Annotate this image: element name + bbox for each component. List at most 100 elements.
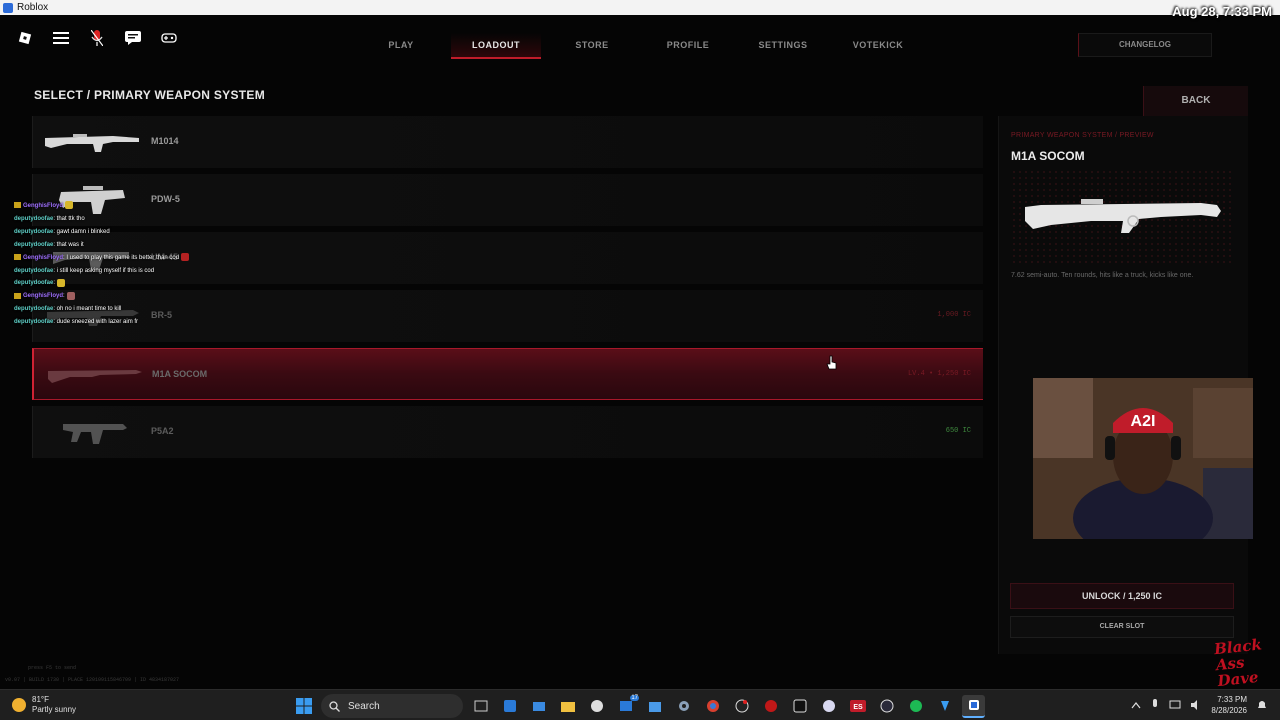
vpn-icon[interactable] — [585, 695, 608, 718]
search-icon — [329, 700, 340, 712]
tab-loadout[interactable]: LOADOUT — [451, 33, 541, 59]
streamer-watermark-logo: Black Ass Dave — [1213, 635, 1263, 691]
chat-message: deputydoofae: that was it — [14, 239, 234, 252]
p5-smg-image — [63, 424, 127, 444]
clear-slot-button[interactable]: CLEAR SLOT — [1010, 616, 1234, 638]
chat-text: : that was it — [53, 241, 84, 248]
edge-icon[interactable] — [527, 695, 550, 718]
chat-text: : that ttk tho — [53, 215, 85, 222]
preview-title: M1A SOCOM — [1011, 149, 1085, 163]
network-icon[interactable] — [1169, 700, 1181, 710]
crown-badge-icon — [14, 202, 21, 209]
chat-message: GenghisFloyd — [14, 200, 234, 213]
microphone-tray-icon[interactable] — [1150, 699, 1160, 711]
tray-time: 7:33 PM — [1217, 695, 1247, 704]
weather-desc: Partly sunny — [32, 705, 77, 714]
unlock-button[interactable]: UNLOCK / 1,250 IC — [1010, 583, 1234, 609]
chat-username: deputydoofae — [14, 215, 54, 222]
chat-username: deputydoofae — [14, 241, 54, 248]
chat-text: : — [63, 293, 65, 300]
shotgun-image — [45, 134, 139, 152]
back-button[interactable]: BACK — [1143, 86, 1248, 116]
tab-votekick[interactable]: VOTEKICK — [833, 33, 923, 59]
chat-username: deputydoofae — [14, 228, 54, 235]
steam-icon[interactable] — [875, 695, 898, 718]
chat-username: GenghisFloyd — [23, 293, 64, 300]
itunes-icon[interactable] — [817, 695, 840, 718]
chat-username: deputydoofae — [14, 267, 54, 274]
tab-settings[interactable]: SETTINGS — [738, 33, 828, 59]
volume-icon[interactable] — [1190, 700, 1202, 710]
search-placeholder: Search — [348, 700, 380, 712]
chat-message: GenghisFloyd: I used to play this game i… — [14, 252, 234, 265]
build-hint: press F5 to send — [28, 665, 77, 671]
battle-rifle-image — [48, 370, 142, 383]
chat-message: deputydoofae: that ttk tho — [14, 213, 234, 226]
file-explorer-icon[interactable] — [556, 695, 579, 718]
obs-icon[interactable] — [730, 695, 753, 718]
emote-icon — [181, 253, 190, 262]
weapon-price: 650 IC — [945, 427, 971, 435]
weapon-row-m1014[interactable]: M1014 — [32, 116, 983, 168]
roblox-taskbar-icon[interactable] — [962, 694, 985, 718]
taskbar-search[interactable]: Search — [321, 694, 463, 718]
window-titlebar: Roblox Aug 28, 7:33 PM — [0, 0, 1280, 19]
m1a-rifle-icon — [1025, 199, 1221, 233]
chat-message: deputydoofae: oh no i meant time to kill — [14, 303, 234, 316]
tab-play[interactable]: PLAY — [356, 33, 446, 59]
crown-badge-icon — [14, 292, 21, 299]
roblox-app-icon — [3, 2, 13, 13]
tab-profile[interactable]: PROFILE — [643, 33, 733, 59]
chat-username: GenghisFloyd — [23, 203, 64, 209]
weapon-name: P5A2 — [151, 426, 174, 436]
weather-temp: 81°F — [32, 695, 49, 704]
task-view-icon[interactable] — [469, 695, 492, 718]
changelog-button[interactable]: CHANGELOG — [1078, 33, 1212, 57]
emote-icon — [66, 291, 75, 300]
spotify-icon[interactable] — [904, 695, 927, 718]
record-icon[interactable] — [759, 695, 782, 718]
chat-message: deputydoofae: gawt damn i blinked — [14, 226, 234, 239]
chat-text: : — [53, 280, 56, 287]
webcam-overlay: A2I — [1033, 378, 1253, 539]
capcut-icon[interactable] — [788, 695, 811, 718]
chat-username: deputydoofae — [14, 306, 54, 313]
es-app-icon[interactable]: ES — [846, 695, 869, 718]
crown-badge-icon — [14, 254, 21, 261]
weapon-name: M1014 — [151, 136, 179, 146]
notification-badge: 17 — [630, 694, 639, 701]
weapon-row-m1a-socom[interactable]: M1A SOCOM LV.4 • 1,250 IC — [32, 348, 983, 400]
notification-bell-icon[interactable] — [1256, 699, 1268, 711]
weapon-row-p5a2[interactable]: P5A2 650 IC — [32, 406, 983, 458]
weather-widget[interactable]: 81°F Partly sunny — [12, 695, 76, 715]
preview-breadcrumb: PRIMARY WEAPON SYSTEM / PREVIEW — [1011, 132, 1154, 139]
notification-app-icon[interactable]: 17 — [614, 694, 639, 718]
chat-text: : oh no i meant time to kill — [53, 306, 122, 313]
chrome-icon[interactable] — [701, 695, 724, 718]
tray-clock[interactable]: 7:33 PM 8/28/2026 — [1211, 694, 1247, 716]
weapon-price: LV.4 • 1,250 IC — [907, 370, 971, 378]
streamer-webcam-image: A2I — [1033, 378, 1253, 539]
system-tray: 7:33 PM 8/28/2026 — [1131, 694, 1268, 716]
chat-text: : i still keep asking myself if this is … — [53, 267, 155, 274]
window-title: Roblox — [17, 2, 49, 13]
streamlabs-icon[interactable] — [933, 695, 956, 718]
chat-username: deputydoofae — [14, 319, 54, 326]
chat-username: GenghisFloyd — [23, 254, 64, 261]
windows-start-icon[interactable] — [292, 695, 315, 718]
tray-date: 8/28/2026 — [1211, 706, 1247, 715]
svg-text:ES: ES — [853, 704, 863, 711]
game-topbar: PLAY LOADOUT STORE PROFILE SETTINGS VOTE… — [0, 15, 1280, 65]
stream-chat-overlay: GenghisFloyd deputydoofae: that ttk tho … — [14, 200, 234, 329]
emote-icon — [65, 201, 74, 210]
store-icon[interactable] — [643, 695, 666, 718]
preview-weapon-image — [1011, 169, 1233, 263]
chat-message: deputydoofae: i still keep asking myself… — [14, 265, 234, 278]
chat-message: deputydoofae: dude sneezed with lazer ai… — [14, 316, 234, 329]
widgets-icon[interactable] — [498, 695, 521, 718]
page-title: SELECT / PRIMARY WEAPON SYSTEM — [34, 88, 266, 102]
settings-gear-icon[interactable] — [672, 695, 695, 718]
tab-store[interactable]: STORE — [547, 33, 637, 59]
chevron-up-icon[interactable] — [1131, 701, 1141, 709]
build-info: v0.07 | BUILD 1730 | PLACE 1201091158467… — [5, 677, 180, 683]
